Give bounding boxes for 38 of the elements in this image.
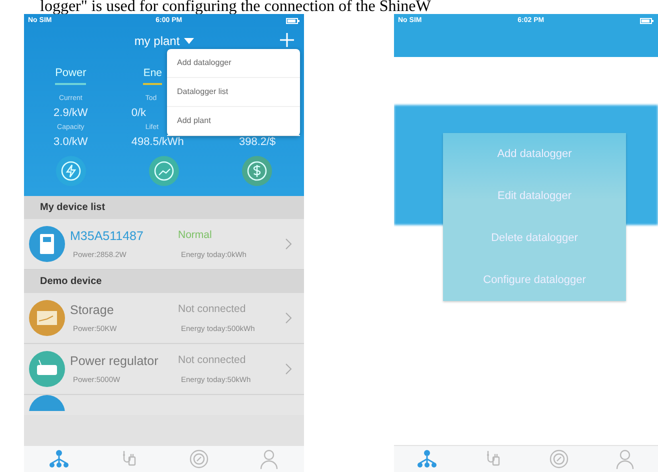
- chevron-icon: [285, 238, 292, 250]
- section-header: Demo device: [24, 270, 304, 293]
- stat-value: 398.2/$: [238, 136, 276, 148]
- stat-value: 498.5/kWh: [130, 136, 184, 148]
- device-name: Storage: [70, 303, 115, 317]
- person-icon[interactable]: [615, 449, 635, 469]
- device-status: Normal: [178, 229, 213, 243]
- dropdown-caret-icon[interactable]: [184, 38, 194, 44]
- device-avatar: [29, 395, 65, 411]
- lightning-icon[interactable]: [56, 156, 86, 186]
- add-icon[interactable]: [280, 33, 294, 47]
- tab[interactable]: Ene: [143, 67, 162, 85]
- caption-text: logger" is used for configuring the connection of the ShineW: [40, 0, 432, 14]
- dialog-option[interactable]: Add datalogger: [443, 133, 626, 175]
- network-icon[interactable]: [417, 449, 437, 469]
- dollar-icon[interactable]: [242, 156, 272, 186]
- disc-icon[interactable]: [549, 449, 569, 469]
- stat-value: 2.9/kW: [54, 107, 88, 119]
- disc-icon[interactable]: [189, 449, 209, 469]
- plant-title[interactable]: my plant: [134, 34, 180, 48]
- device-name: M35A511487: [70, 229, 144, 243]
- battery-icon: [286, 18, 300, 24]
- network-icon[interactable]: [49, 449, 69, 469]
- stat-value: 3.0/kW: [54, 136, 88, 148]
- menu-item[interactable]: Add datalogger: [167, 49, 300, 78]
- battery-icon: [640, 18, 654, 24]
- chart-icon[interactable]: [148, 156, 179, 186]
- stat-value: 0/k: [130, 107, 146, 119]
- menu-item[interactable]: Add plant: [167, 107, 300, 136]
- device-status: Not connected: [178, 354, 247, 368]
- chevron-icon: [285, 312, 292, 324]
- section-header: My device list: [24, 196, 304, 219]
- tab[interactable]: Power: [55, 67, 86, 85]
- device-name: Power regulator: [70, 354, 160, 368]
- chevron-icon: [285, 363, 292, 375]
- menu-item[interactable]: Datalogger list: [167, 78, 300, 107]
- device-status: Not connected: [178, 303, 247, 317]
- person-icon[interactable]: [259, 449, 279, 469]
